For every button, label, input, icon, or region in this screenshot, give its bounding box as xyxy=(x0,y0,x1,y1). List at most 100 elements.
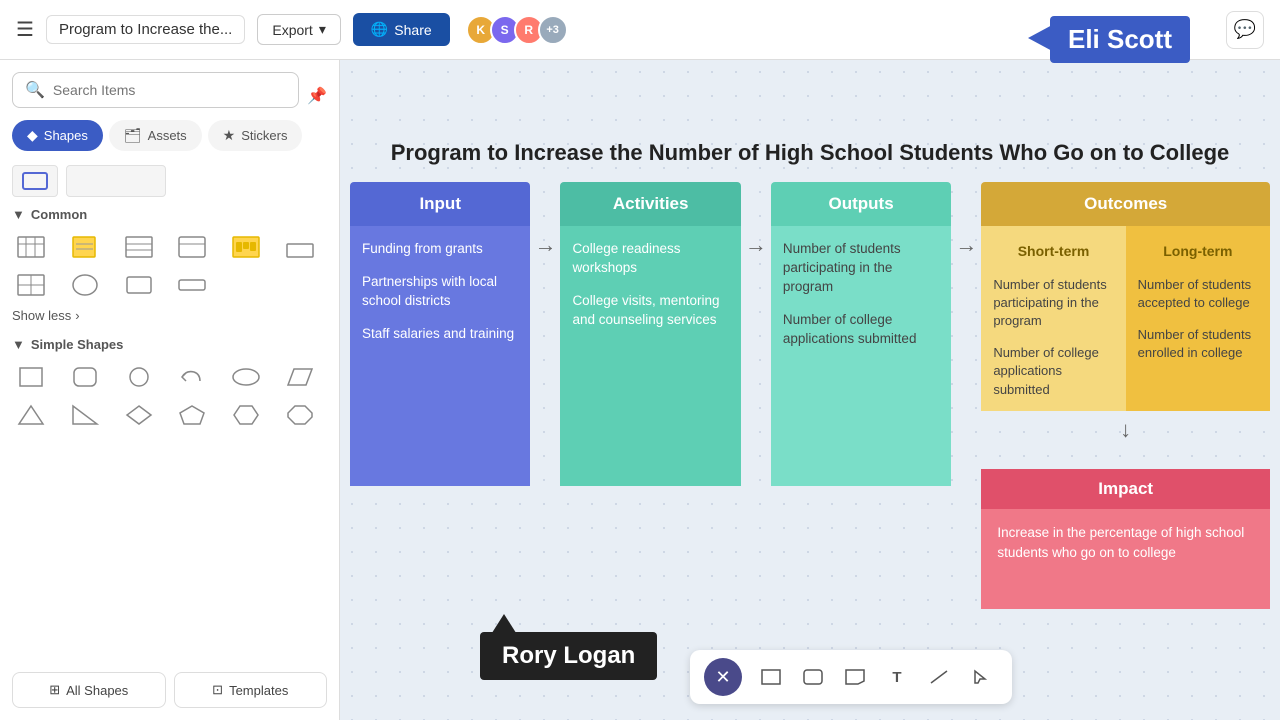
list-item: Staff salaries and training xyxy=(362,325,518,344)
shape-table[interactable] xyxy=(12,232,50,262)
activities-column: Activities College readiness workshops C… xyxy=(560,182,740,486)
chevron-down-icon: ▾ xyxy=(319,21,326,38)
impact-body: Increase in the percentage of high schoo… xyxy=(981,509,1270,609)
list-item: Partnerships with local school districts xyxy=(362,273,518,311)
export-button[interactable]: Export ▾ xyxy=(257,14,341,45)
outputs-header: Outputs xyxy=(771,182,951,226)
arrow-input-activities: → xyxy=(530,182,560,258)
short-term-col: Short-term Number of students participat… xyxy=(981,226,1125,411)
shape-kanban[interactable] xyxy=(227,232,265,262)
impact-block: Impact Increase in the percentage of hig… xyxy=(981,469,1270,609)
pointer-tool[interactable] xyxy=(964,660,998,694)
search-icon: 🔍 xyxy=(25,80,45,100)
simple-shapes-section-header[interactable]: ▼ Simple Shapes xyxy=(12,337,327,352)
shape-preview-selected[interactable] xyxy=(12,165,58,197)
canvas-area[interactable]: Program to Increase the Number of High S… xyxy=(340,60,1280,720)
tab-stickers[interactable]: ★ Stickers xyxy=(208,120,303,151)
simple-rounded-rect[interactable] xyxy=(66,362,104,392)
share-button[interactable]: 🌐 Share xyxy=(353,13,450,46)
templates-label: Templates xyxy=(229,683,288,698)
list-item: Number of students participating in the … xyxy=(783,240,939,297)
outcomes-header: Outcomes xyxy=(981,182,1270,226)
outputs-column: Outputs Number of students participating… xyxy=(771,182,951,486)
menu-icon[interactable]: ☰ xyxy=(16,17,34,42)
all-shapes-icon: ⊞ xyxy=(49,682,60,698)
templates-button[interactable]: ⊡ Templates xyxy=(174,672,328,708)
panel-footer: ⊞ All Shapes ⊡ Templates xyxy=(12,672,327,708)
line-tool[interactable] xyxy=(922,660,956,694)
doc-title[interactable]: Program to Increase the... xyxy=(46,15,245,44)
shapes-icon: ◆ xyxy=(27,127,38,144)
common-label: Common xyxy=(31,207,87,222)
shape-card[interactable] xyxy=(173,232,211,262)
shape-grid[interactable] xyxy=(12,270,50,300)
simple-diamond[interactable] xyxy=(120,400,158,430)
close-button[interactable]: ✕ xyxy=(704,658,742,696)
right-block: Outcomes Short-term Number of students p… xyxy=(981,182,1270,609)
simple-parallelogram[interactable] xyxy=(281,362,319,392)
eli-scott-badge: Eli Scott xyxy=(1050,16,1190,63)
collapse-icon: ▼ xyxy=(12,207,25,222)
shape-circle[interactable] xyxy=(66,270,104,300)
arrow-outcomes-impact: ↓ xyxy=(981,411,1270,449)
simple-undo[interactable] xyxy=(173,362,211,392)
list-item: Funding from grants xyxy=(362,240,518,259)
list-item: Number of students participating in the … xyxy=(993,276,1113,331)
avatar-group: K S R +3 xyxy=(466,15,568,45)
diagram-title: Program to Increase the Number of High S… xyxy=(350,140,1270,166)
shape-bar[interactable] xyxy=(281,232,319,262)
comment-icon[interactable]: 💬 xyxy=(1226,11,1264,49)
pin-icon[interactable]: 📌 xyxy=(307,86,327,106)
shape-sticky[interactable] xyxy=(66,232,104,262)
search-input[interactable] xyxy=(53,82,286,98)
common-shapes-grid xyxy=(12,232,327,300)
list-item: Number of college applications submitted xyxy=(783,311,939,349)
simple-right-triangle[interactable] xyxy=(66,400,104,430)
show-less-button[interactable]: Show less › xyxy=(12,308,327,323)
shape-list[interactable] xyxy=(120,232,158,262)
common-section-header[interactable]: ▼ Common xyxy=(12,207,327,222)
globe-icon: 🌐 xyxy=(371,21,388,38)
diagram: Program to Increase the Number of High S… xyxy=(350,140,1270,609)
simple-triangle[interactable] xyxy=(12,400,50,430)
simple-ellipse[interactable] xyxy=(227,362,265,392)
shape-wide-rect[interactable] xyxy=(173,270,211,300)
all-shapes-label: All Shapes xyxy=(66,683,128,698)
panel-tabs: ◆ Shapes 🗂 Assets ★ Stickers xyxy=(12,120,327,151)
bottom-toolbar: ✕ T xyxy=(690,650,1012,704)
avatar-overflow: +3 xyxy=(538,15,568,45)
list-item: College visits, mentoring and counseling… xyxy=(572,292,728,330)
tab-assets[interactable]: 🗂 Assets xyxy=(109,120,202,151)
simple-square[interactable] xyxy=(12,362,50,392)
outcomes-sub: Short-term Number of students participat… xyxy=(981,226,1270,411)
simple-octagon[interactable] xyxy=(281,400,319,430)
shape-rect[interactable] xyxy=(120,270,158,300)
all-shapes-button[interactable]: ⊞ All Shapes xyxy=(12,672,166,708)
simple-circle[interactable] xyxy=(120,362,158,392)
list-item: Number of students accepted to college xyxy=(1138,276,1258,312)
tab-shapes[interactable]: ◆ Shapes xyxy=(12,120,103,151)
note-tool[interactable] xyxy=(838,660,872,694)
tab-assets-label: Assets xyxy=(148,128,187,143)
search-bar[interactable]: 🔍 xyxy=(12,72,299,108)
activities-header: Activities xyxy=(560,182,740,226)
rect-tool[interactable] xyxy=(754,660,788,694)
templates-icon: ⊡ xyxy=(212,682,223,698)
show-less-label: Show less xyxy=(12,308,71,323)
simple-hexagon[interactable] xyxy=(227,400,265,430)
main-layout: 🔍 📌 ◆ Shapes 🗂 Assets ★ Stickers xyxy=(0,60,1280,720)
rory-arrow xyxy=(490,614,518,636)
list-item: Number of college applications submitted xyxy=(993,344,1113,399)
rory-logan-tooltip: Rory Logan xyxy=(480,632,657,680)
simple-shapes-grid xyxy=(12,362,327,430)
shape-preview-2[interactable] xyxy=(66,165,166,197)
left-panel: 🔍 📌 ◆ Shapes 🗂 Assets ★ Stickers xyxy=(0,60,340,720)
diagram-body: Input Funding from grants Partnerships w… xyxy=(350,182,1270,609)
input-column: Input Funding from grants Partnerships w… xyxy=(350,182,530,486)
outcomes-block: Outcomes Short-term Number of students p… xyxy=(981,182,1270,411)
activities-body: College readiness workshops College visi… xyxy=(560,226,740,486)
rounded-rect-tool[interactable] xyxy=(796,660,830,694)
simple-pentagon[interactable] xyxy=(173,400,211,430)
list-item: Number of students enrolled in college xyxy=(1138,326,1258,362)
text-tool[interactable]: T xyxy=(880,660,914,694)
